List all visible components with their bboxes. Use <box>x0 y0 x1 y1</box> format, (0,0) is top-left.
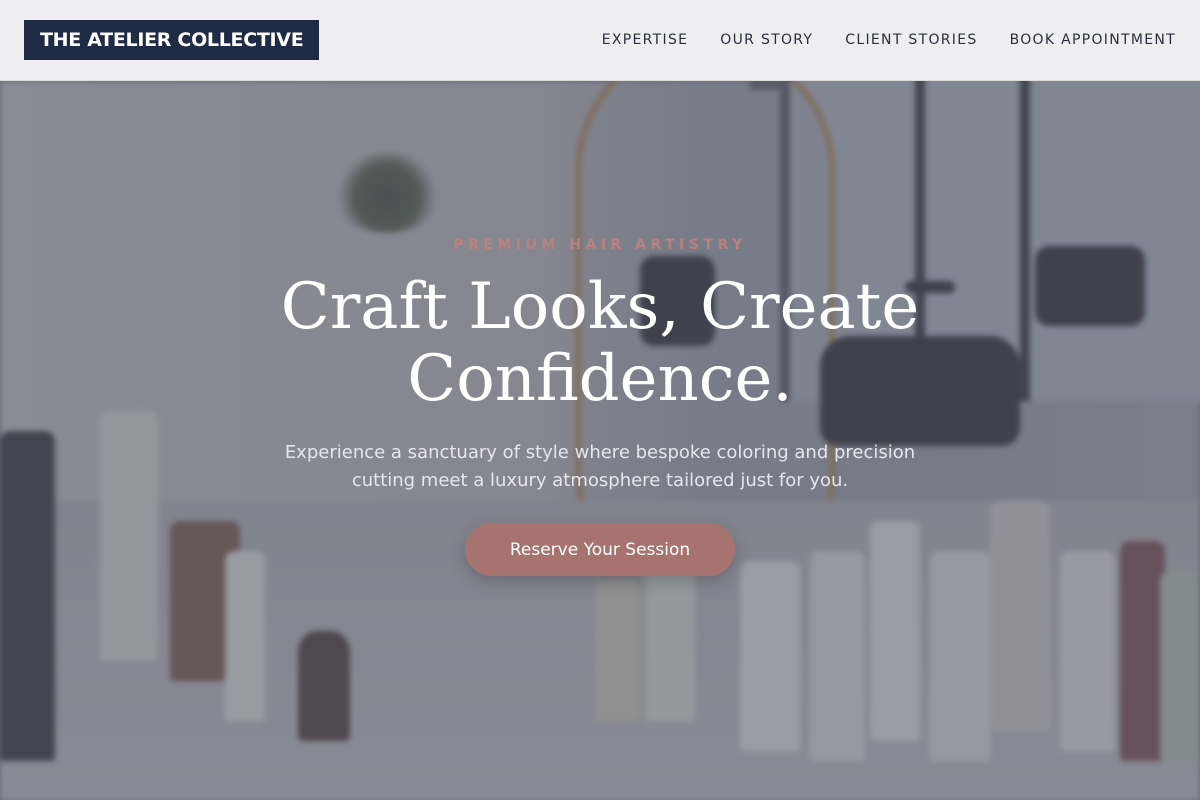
headline-line-1: Craft Looks, Create <box>280 270 920 344</box>
hero-content: PREMIUM HAIR ARTISTRY Craft Looks, Creat… <box>0 81 1200 800</box>
main-nav: EXPERTISE OUR STORY CLIENT STORIES BOOK … <box>602 32 1176 48</box>
nav-link-client-stories[interactable]: CLIENT STORIES <box>845 32 977 48</box>
brand-logo[interactable]: THE ATELIER COLLECTIVE <box>24 20 320 60</box>
site-header: THE ATELIER COLLECTIVE EXPERTISE OUR STO… <box>0 0 1200 81</box>
nav-link-book-appointment[interactable]: BOOK APPOINTMENT <box>1010 32 1176 48</box>
reserve-session-button[interactable]: Reserve Your Session <box>465 523 735 576</box>
nav-link-expertise[interactable]: EXPERTISE <box>602 32 689 48</box>
hero-subhead: Experience a sanctuary of style where be… <box>284 442 916 491</box>
hero-eyebrow: PREMIUM HAIR ARTISTRY <box>453 237 747 253</box>
headline-line-2: Confidence. <box>407 342 793 416</box>
nav-link-our-story[interactable]: OUR STORY <box>720 32 813 48</box>
hero-headline: Craft Looks, Create Confidence. <box>0 271 1200 415</box>
